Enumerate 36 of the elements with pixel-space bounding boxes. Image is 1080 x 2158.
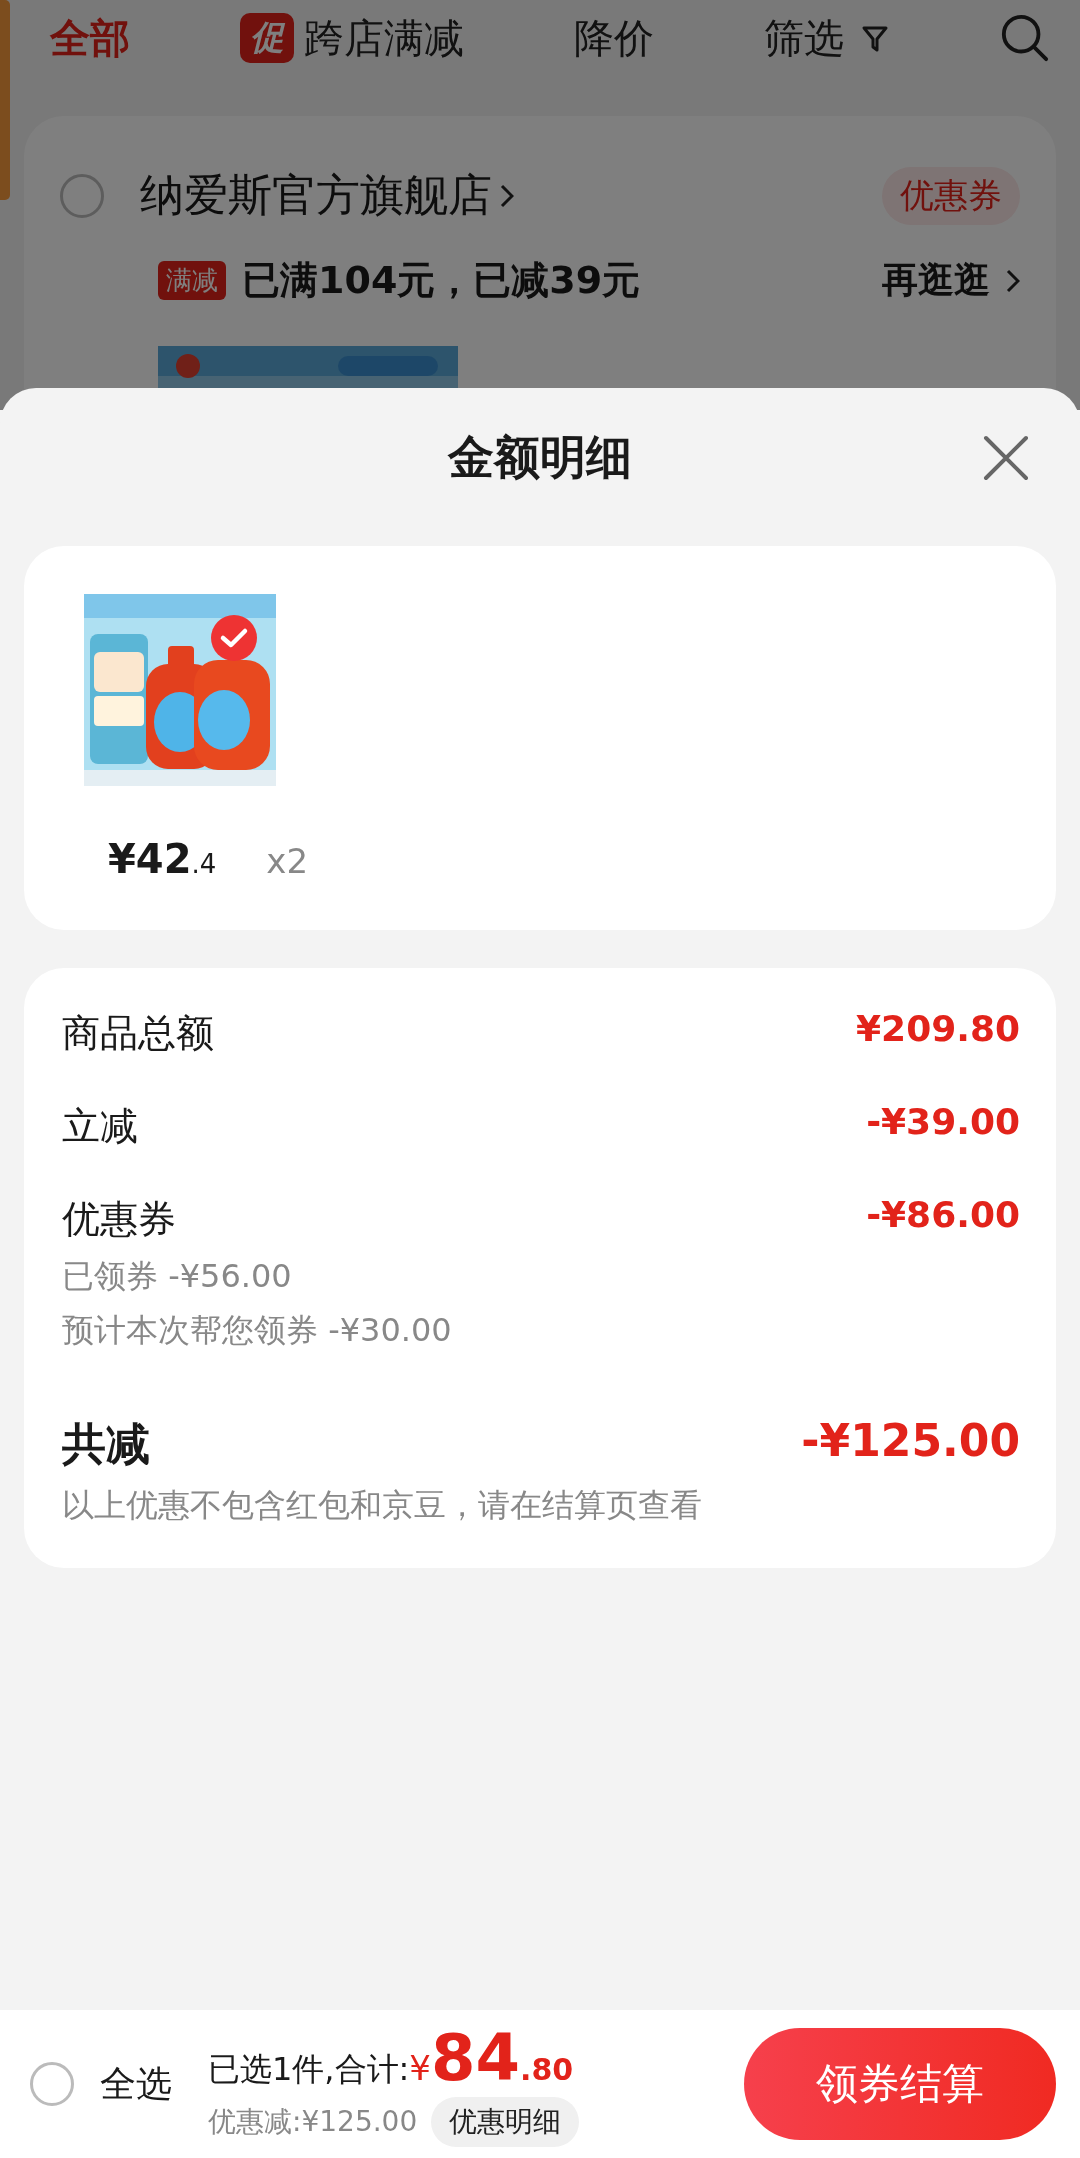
discount-details-button[interactable]: 优惠明细 — [431, 2097, 580, 2147]
total-label: 共减 — [62, 1417, 151, 1471]
summary-label: 立减 — [62, 1103, 138, 1150]
sheet-title: 金额明细 — [448, 429, 632, 486]
summary-detail: 已领券 -¥56.00 — [62, 1256, 293, 1297]
store-name-link[interactable]: 纳爱斯官方旗舰店 — [140, 166, 492, 225]
promo-text: 已满104元，已减39元 — [242, 257, 641, 304]
filter-tab[interactable]: 全部 — [50, 10, 130, 66]
item-price: ¥42.4 — [108, 836, 217, 882]
chevron-icon — [1006, 268, 1020, 293]
filter-tab[interactable]: 降价 — [574, 10, 654, 66]
summary-amount: -¥86.00 — [866, 1194, 1020, 1235]
filter-tab[interactable]: 筛选 — [764, 10, 890, 66]
chevron-icon — [500, 183, 514, 208]
summary-label: 商品总额 — [62, 1010, 214, 1057]
filter-tab[interactable]: 促 跨店满减 — [240, 10, 464, 66]
summary-label: 优惠券 — [62, 1196, 177, 1243]
select-all-checkbox[interactable] — [30, 2062, 74, 2106]
selected-count-text: 已选1件,合计: — [208, 2049, 410, 2090]
browse-more-link[interactable]: 再逛逛 — [882, 256, 990, 305]
discount-text: 优惠减:¥125.00 — [208, 2104, 418, 2140]
store-checkbox[interactable] — [60, 173, 104, 218]
select-all-label[interactable]: 全选 — [100, 2059, 172, 2109]
grand-total: ¥84.80 — [409, 2021, 574, 2095]
total-note: 以上优惠不包含红包和京豆，请在结算页查看 — [62, 1485, 702, 1526]
summary-amount: ¥209.80 — [856, 1008, 1020, 1049]
checkout-button[interactable]: 领券结算 — [744, 2028, 1056, 2140]
item-quantity: x2 — [266, 841, 309, 881]
promo-tag: 满减 — [158, 261, 226, 300]
coupon-tag[interactable]: 优惠券 — [882, 166, 1020, 225]
total-amount: -¥125.00 — [801, 1415, 1020, 1466]
search-icon[interactable] — [1000, 12, 1050, 64]
summary-amount: -¥39.00 — [866, 1101, 1020, 1142]
promo-badge: 促 — [240, 13, 294, 63]
summary-detail: 预计本次帮您领券 -¥30.00 — [62, 1310, 452, 1351]
close-icon[interactable] — [982, 434, 1030, 482]
